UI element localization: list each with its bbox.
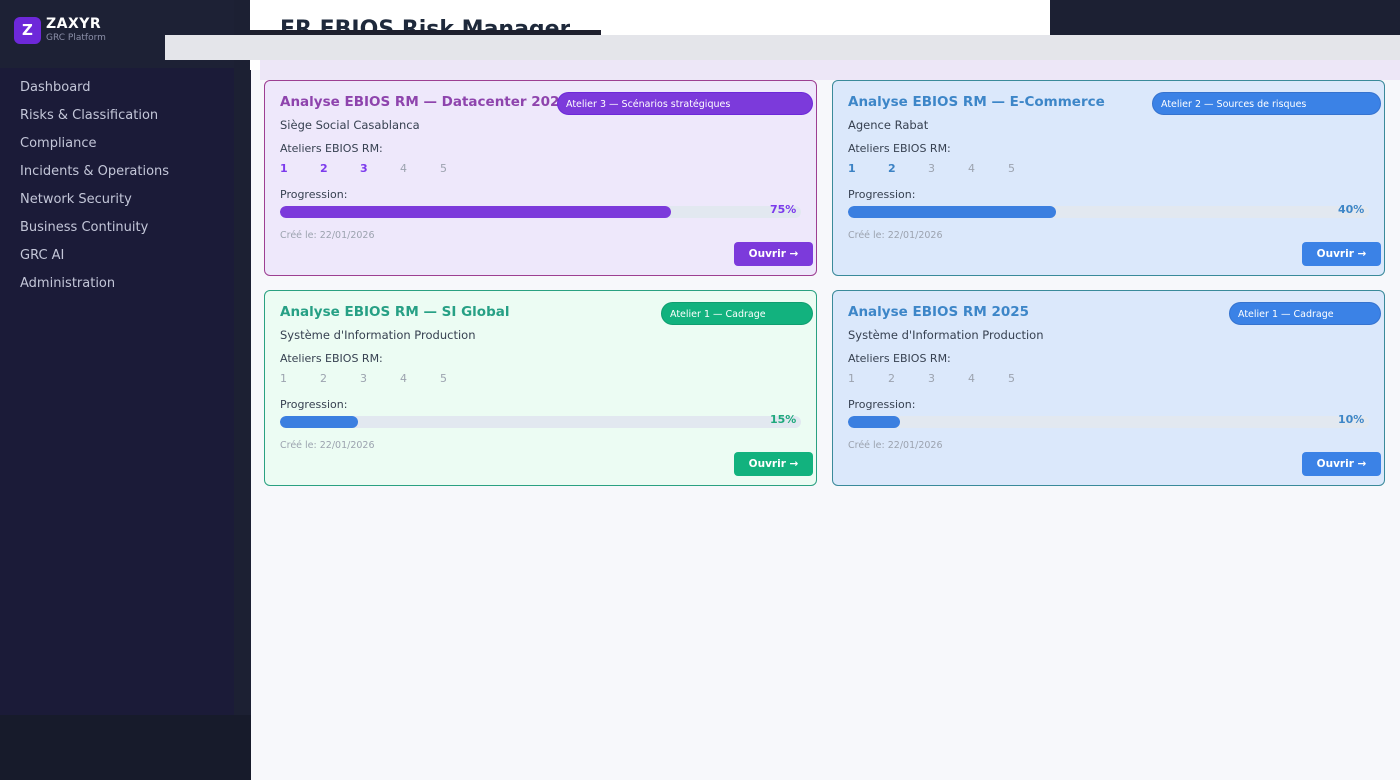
atelier-steps: 12345 bbox=[280, 162, 480, 175]
atelier-step[interactable]: 5 bbox=[440, 372, 480, 385]
progress-bar bbox=[848, 416, 1369, 428]
sidebar-item-compliance[interactable]: Compliance bbox=[20, 135, 169, 163]
sidebar-item-grc-ai[interactable]: GRC AI bbox=[20, 247, 169, 275]
progress-fill bbox=[280, 206, 671, 218]
status-badge: Atelier 1 — Cadrage bbox=[661, 302, 813, 325]
atelier-step[interactable]: 4 bbox=[400, 372, 440, 385]
atelier-step[interactable]: 3 bbox=[360, 162, 400, 175]
ateliers-label: Ateliers EBIOS RM: bbox=[280, 142, 383, 155]
sidebar-footer bbox=[0, 715, 251, 780]
created-date: Créé le: 22/01/2026 bbox=[280, 440, 375, 451]
progress-value: 40% bbox=[1338, 203, 1365, 216]
progress-value: 15% bbox=[770, 413, 797, 426]
analysis-card: Analyse EBIOS RM — SI Global Atelier 1 —… bbox=[264, 290, 817, 486]
analysis-card: Analyse EBIOS RM — E-Commerce Atelier 2 … bbox=[832, 80, 1385, 276]
atelier-step[interactable]: 5 bbox=[1008, 162, 1048, 175]
content-notch bbox=[250, 60, 260, 70]
content-top-strip bbox=[260, 60, 1400, 80]
atelier-step[interactable]: 1 bbox=[280, 162, 320, 175]
atelier-step[interactable]: 1 bbox=[848, 372, 888, 385]
open-button[interactable]: Ouvrir → bbox=[1302, 242, 1381, 266]
progress-value: 75% bbox=[770, 203, 797, 216]
atelier-step[interactable]: 2 bbox=[320, 162, 360, 175]
atelier-steps: 12345 bbox=[280, 372, 480, 385]
progress-label: Progression: bbox=[280, 398, 348, 411]
atelier-step[interactable]: 2 bbox=[320, 372, 360, 385]
progress-label: Progression: bbox=[848, 188, 916, 201]
card-title: Analyse EBIOS RM — Datacenter 2025 bbox=[280, 94, 569, 110]
status-badge: Atelier 3 — Scénarios stratégiques bbox=[557, 92, 813, 115]
sidebar-item-dashboard[interactable]: Dashboard bbox=[20, 79, 169, 107]
ateliers-label: Ateliers EBIOS RM: bbox=[848, 142, 951, 155]
progress-bar bbox=[280, 416, 801, 428]
atelier-step[interactable]: 2 bbox=[888, 372, 928, 385]
progress-bar bbox=[848, 206, 1369, 218]
sidebar-edge bbox=[234, 0, 251, 780]
sidebar-item-risks[interactable]: Risks & Classification bbox=[20, 107, 169, 135]
progress-bar bbox=[280, 206, 801, 218]
atelier-step[interactable]: 4 bbox=[400, 162, 440, 175]
sidebar-item-incidents[interactable]: Incidents & Operations bbox=[20, 163, 169, 191]
atelier-steps: 12345 bbox=[848, 162, 1048, 175]
atelier-step[interactable]: 3 bbox=[928, 372, 968, 385]
card-title: Analyse EBIOS RM 2025 bbox=[848, 304, 1030, 320]
sidebar-item-business-continuity[interactable]: Business Continuity bbox=[20, 219, 169, 247]
progress-fill bbox=[848, 416, 901, 428]
open-button[interactable]: Ouvrir → bbox=[734, 452, 813, 476]
atelier-step[interactable]: 5 bbox=[440, 162, 480, 175]
atelier-step[interactable]: 1 bbox=[848, 162, 888, 175]
card-site: Système d'Information Production bbox=[848, 328, 1044, 342]
atelier-steps: 12345 bbox=[848, 372, 1048, 385]
atelier-step[interactable]: 2 bbox=[888, 162, 928, 175]
card-site: Siège Social Casablanca bbox=[280, 118, 420, 132]
progress-label: Progression: bbox=[280, 188, 348, 201]
analysis-card: Analyse EBIOS RM — Datacenter 2025 Ateli… bbox=[264, 80, 817, 276]
sidebar-item-administration[interactable]: Administration bbox=[20, 275, 169, 303]
ateliers-label: Ateliers EBIOS RM: bbox=[280, 352, 383, 365]
brand-subtitle: GRC Platform bbox=[46, 33, 106, 43]
created-date: Créé le: 22/01/2026 bbox=[848, 230, 943, 241]
card-site: Système d'Information Production bbox=[280, 328, 476, 342]
brand[interactable]: Z ZAXYR GRC Platform bbox=[14, 16, 106, 44]
status-badge: Atelier 1 — Cadrage bbox=[1229, 302, 1381, 325]
toolbar-overlay bbox=[165, 35, 1400, 60]
sidebar-item-network-security[interactable]: Network Security bbox=[20, 191, 169, 219]
sidebar-nav: Dashboard Risks & Classification Complia… bbox=[20, 79, 169, 303]
progress-value: 10% bbox=[1338, 413, 1365, 426]
atelier-step[interactable]: 4 bbox=[968, 162, 1008, 175]
card-title: Analyse EBIOS RM — E-Commerce bbox=[848, 94, 1105, 110]
ateliers-label: Ateliers EBIOS RM: bbox=[848, 352, 951, 365]
open-button[interactable]: Ouvrir → bbox=[734, 242, 813, 266]
card-site: Agence Rabat bbox=[848, 118, 929, 132]
progress-fill bbox=[280, 416, 359, 428]
progress-fill bbox=[848, 206, 1057, 218]
card-title: Analyse EBIOS RM — SI Global bbox=[280, 304, 510, 320]
created-date: Créé le: 22/01/2026 bbox=[848, 440, 943, 451]
status-badge: Atelier 2 — Sources de risques bbox=[1152, 92, 1381, 115]
atelier-step[interactable]: 3 bbox=[360, 372, 400, 385]
atelier-step[interactable]: 1 bbox=[280, 372, 320, 385]
analysis-card: Analyse EBIOS RM 2025 Atelier 1 — Cadrag… bbox=[832, 290, 1385, 486]
brand-logo-icon: Z bbox=[14, 16, 41, 44]
atelier-step[interactable]: 5 bbox=[1008, 372, 1048, 385]
created-date: Créé le: 22/01/2026 bbox=[280, 230, 375, 241]
progress-label: Progression: bbox=[848, 398, 916, 411]
open-button[interactable]: Ouvrir → bbox=[1302, 452, 1381, 476]
atelier-step[interactable]: 4 bbox=[968, 372, 1008, 385]
atelier-step[interactable]: 3 bbox=[928, 162, 968, 175]
brand-name: ZAXYR bbox=[46, 16, 102, 32]
